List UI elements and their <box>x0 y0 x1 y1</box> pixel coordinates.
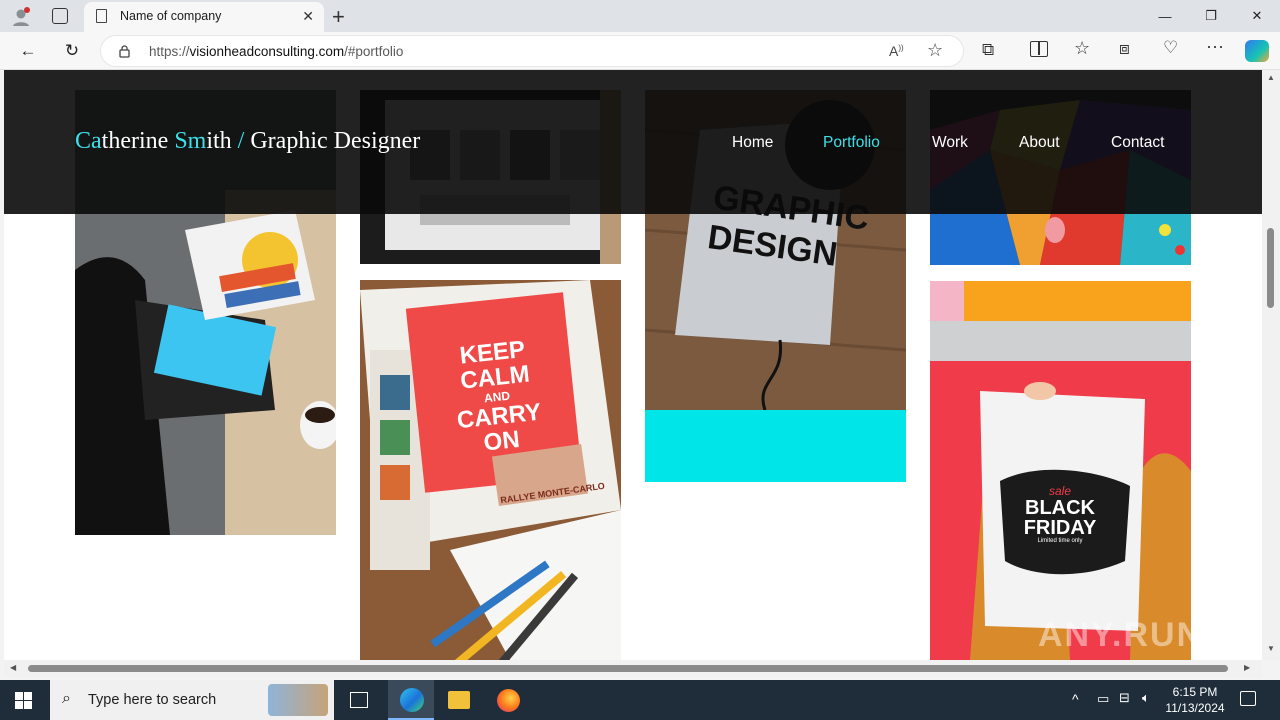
split-screen-icon[interactable] <box>1030 41 1048 57</box>
clock-time: 6:15 PM <box>1172 685 1218 699</box>
browser-essentials-icon[interactable]: ♡ <box>1163 38 1178 58</box>
horizontal-scrollbar[interactable]: ◀ ▶ <box>4 660 1262 678</box>
start-windows-icon[interactable] <box>15 692 32 709</box>
profile-icon[interactable] <box>10 6 32 28</box>
scroll-left-icon[interactable]: ◀ <box>10 663 16 672</box>
file-explorer-icon[interactable] <box>448 691 470 709</box>
windows-taskbar: ⌕ Type here to search ^ ▭ ⊟ 🔈︎ 6:15 PM 1… <box>0 680 1280 720</box>
minimize-icon[interactable]: — <box>1142 0 1188 32</box>
nav-home[interactable]: Home <box>732 134 773 152</box>
tab-actions-icon[interactable] <box>52 8 68 24</box>
search-highlight-icon <box>268 684 328 716</box>
favorites-icon[interactable]: ☆ <box>1074 38 1090 59</box>
url-text[interactable]: https://visionheadconsulting.com/#portfo… <box>149 44 403 59</box>
task-view-icon[interactable] <box>350 692 368 708</box>
copilot-icon[interactable] <box>1245 40 1269 62</box>
vertical-scroll-thumb[interactable] <box>1267 228 1274 308</box>
edge-taskbar-icon[interactable] <box>388 680 434 720</box>
address-bar[interactable]: https://visionheadconsulting.com/#portfo… <box>100 35 964 67</box>
nav-contact[interactable]: Contact <box>1111 134 1164 152</box>
active-tab[interactable]: Name of company ✕ <box>84 2 324 32</box>
lock-icon[interactable] <box>119 45 130 58</box>
extensions-icon[interactable]: ⧉ <box>982 40 994 60</box>
tray-device-icon[interactable]: ▭ <box>1097 691 1109 707</box>
page-viewport: KEEP CALM AND CARRY ON RALLYE MONTE-CARL… <box>4 70 1262 660</box>
volume-icon[interactable]: 🔈︎ <box>1142 690 1150 706</box>
close-tab-icon[interactable]: ✕ <box>302 8 314 25</box>
clock-date: 11/13/2024 <box>1165 701 1225 715</box>
horizontal-scroll-thumb[interactable] <box>28 665 1228 672</box>
refresh-icon[interactable]: ↻ <box>58 38 86 64</box>
firefox-icon[interactable] <box>497 689 520 712</box>
scroll-up-icon[interactable]: ▲ <box>1267 73 1275 82</box>
browser-toolbar: ← ↻ https://visionheadconsulting.com/#po… <box>0 32 1280 70</box>
notifications-icon[interactable] <box>1240 691 1256 706</box>
tray-chevron-icon[interactable]: ^ <box>1072 691 1079 707</box>
network-icon[interactable]: ⊟ <box>1119 690 1130 706</box>
taskbar-clock[interactable]: 6:15 PM 11/13/2024 <box>1164 684 1226 716</box>
collections-icon[interactable]: ⧈ <box>1119 39 1130 59</box>
search-icon: ⌕ <box>62 690 71 707</box>
nav-portfolio[interactable]: Portfolio <box>823 134 880 152</box>
browser-tab-strip: Name of company ✕ + — ❐ ✕ <box>0 0 1280 32</box>
keep-calm-text: KEEP CALM AND CARRY ON <box>455 335 543 457</box>
black-friday-text: sale BLACK FRIDAY Limited time only <box>1023 484 1097 544</box>
anyrun-watermark: ANY.RUN <box>1038 616 1204 654</box>
tab-title: Name of company <box>120 9 222 23</box>
more-menu-icon[interactable]: ··· <box>1206 36 1224 57</box>
close-window-icon[interactable]: ✕ <box>1234 0 1280 32</box>
scroll-down-icon[interactable]: ▼ <box>1267 644 1275 653</box>
page-icon <box>96 9 107 23</box>
portfolio-item-black-friday[interactable]: sale BLACK FRIDAY Limited time only <box>930 281 1191 660</box>
new-tab-icon[interactable]: + <box>332 4 345 30</box>
read-aloud-icon[interactable]: A)) <box>889 43 904 59</box>
nav-work[interactable]: Work <box>932 134 968 152</box>
taskbar-search-box[interactable]: ⌕ Type here to search <box>50 680 334 720</box>
portfolio-item-cyan-block[interactable] <box>645 410 906 482</box>
portfolio-item-keep-calm[interactable]: KEEP CALM AND CARRY ON RALLYE MONTE-CARL… <box>360 280 621 660</box>
back-icon[interactable]: ← <box>14 38 42 64</box>
vertical-scrollbar[interactable]: ▲ ▼ <box>1262 70 1280 660</box>
site-brand[interactable]: Catherine Smith / Graphic Designer <box>75 128 420 155</box>
scroll-right-icon[interactable]: ▶ <box>1244 663 1250 672</box>
site-header: Catherine Smith / Graphic Designer Home … <box>4 70 1262 214</box>
nav-about[interactable]: About <box>1019 134 1060 152</box>
search-placeholder: Type here to search <box>88 692 217 708</box>
favorite-star-icon[interactable]: ☆ <box>927 40 943 61</box>
restore-icon[interactable]: ❐ <box>1188 0 1234 32</box>
